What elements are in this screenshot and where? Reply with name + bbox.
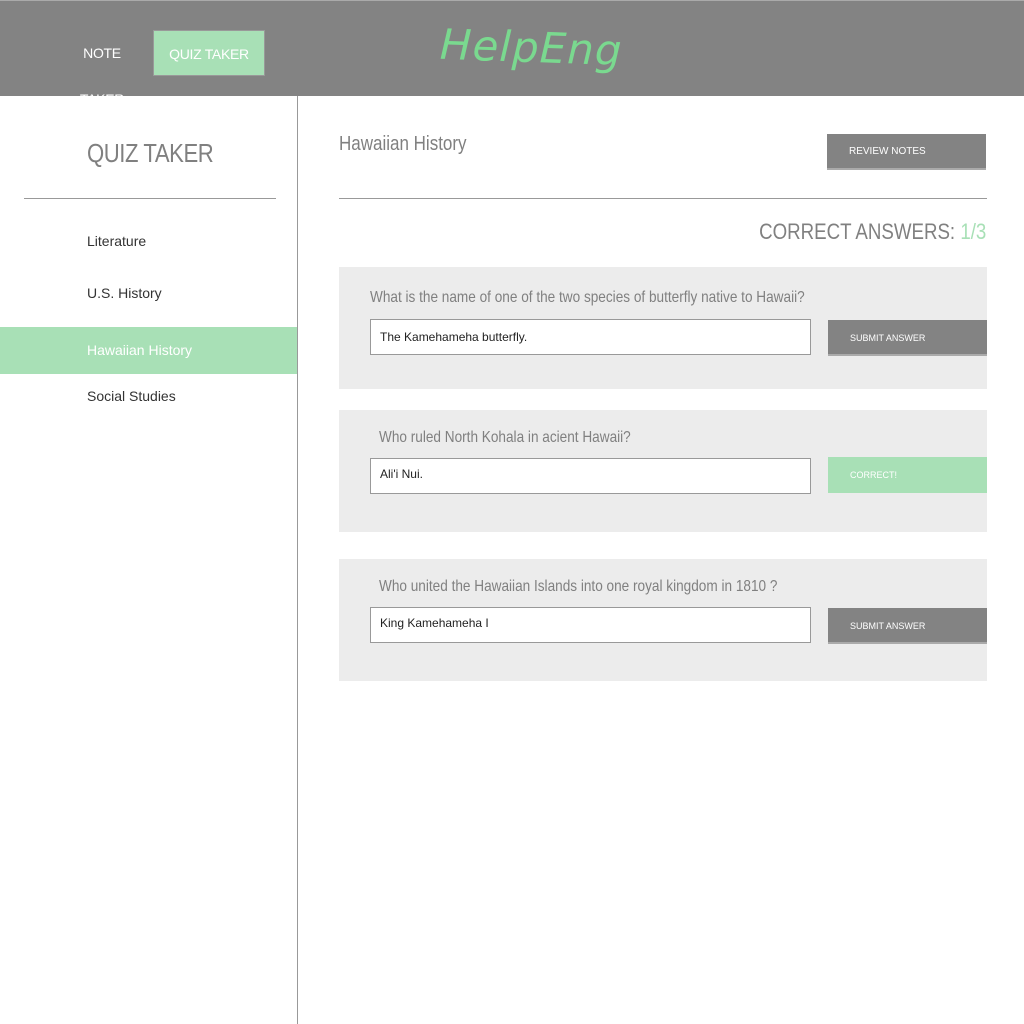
sidebar-item-hawaiian-history[interactable]: Hawaiian History bbox=[0, 327, 297, 374]
page-title: Hawaiian History bbox=[339, 133, 467, 155]
answer-input[interactable]: Ali'i Nui. bbox=[370, 458, 811, 494]
sidebar-item-us-history[interactable]: U.S. History bbox=[0, 270, 297, 317]
question-text: What is the name of one of the two speci… bbox=[370, 289, 805, 306]
sidebar: QUIZ TAKER Literature U.S. History Hawai… bbox=[0, 96, 298, 1024]
question-text: Who united the Hawaiian Islands into one… bbox=[379, 578, 778, 595]
question-card: Who ruled North Kohala in acient Hawaii?… bbox=[339, 410, 987, 532]
question-text: Who ruled North Kohala in acient Hawaii? bbox=[379, 429, 631, 446]
nav-quiz-taker[interactable]: QUIZ TAKER bbox=[153, 30, 265, 76]
question-card: What is the name of one of the two speci… bbox=[339, 267, 987, 389]
submit-answer-button[interactable]: SUBMIT ANSWER bbox=[828, 320, 987, 356]
divider bbox=[339, 198, 987, 199]
sidebar-item-literature[interactable]: Literature bbox=[0, 218, 297, 265]
logo: HelpEng bbox=[439, 19, 624, 76]
top-header: NOTE TAKER QUIZ TAKER HelpEng bbox=[0, 0, 1024, 107]
sidebar-title: QUIZ TAKER bbox=[87, 138, 214, 168]
nav-note-taker[interactable]: NOTE TAKER bbox=[60, 30, 144, 107]
correct-badge: CORRECT! bbox=[828, 457, 987, 493]
score: CORRECT ANSWERS: 1/3 bbox=[759, 219, 986, 245]
submit-answer-button[interactable]: SUBMIT ANSWER bbox=[828, 608, 987, 644]
review-notes-button[interactable]: REVIEW NOTES bbox=[827, 134, 986, 170]
answer-input[interactable]: The Kamehameha butterfly. bbox=[370, 319, 811, 355]
sidebar-item-social-studies[interactable]: Social Studies bbox=[0, 373, 297, 420]
score-label: CORRECT ANSWERS: bbox=[758, 219, 955, 244]
answer-input[interactable]: King Kamehameha I bbox=[370, 607, 811, 643]
score-value: 1/3 bbox=[959, 219, 986, 244]
question-card: Who united the Hawaiian Islands into one… bbox=[339, 559, 987, 681]
divider bbox=[24, 198, 276, 199]
